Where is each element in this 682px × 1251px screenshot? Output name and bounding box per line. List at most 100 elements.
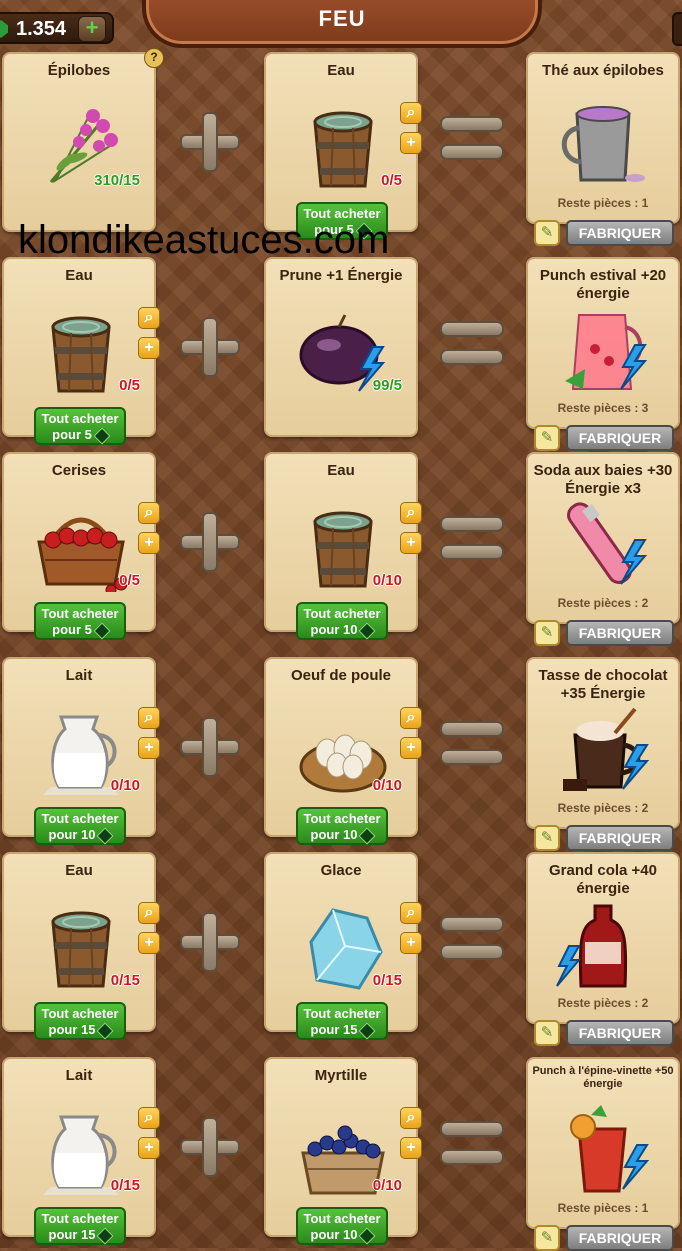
result-card[interactable]: Punch à l'épine-vinette +50 énergie Reste… <box>526 1057 680 1251</box>
magnifier-icon[interactable]: ⌕ <box>400 1107 422 1129</box>
cherry-basket-icon <box>31 502 131 596</box>
buy-all-button[interactable]: Tout acheter pour 15 <box>34 1002 126 1040</box>
add-icon[interactable]: + <box>400 1137 422 1159</box>
recipe-row: Lait 0/10 Tout acheter pour 10 ⌕ + Oeuf de pou… <box>0 657 682 851</box>
result-name: Tasse de chocolat +35 Énergie <box>538 667 668 702</box>
emerald-icon <box>96 1227 114 1245</box>
equals-icon <box>440 721 504 765</box>
cola-bottle-icon <box>555 900 655 990</box>
buy-all-amount: pour 10 <box>48 827 96 842</box>
ingredient-card[interactable]: Oeuf de poule 0/10 Tout acheter pour 10 ⌕ + <box>264 657 422 845</box>
quill-icon[interactable]: ✎ <box>534 425 560 451</box>
ingredient-card[interactable]: Eau 0/10 Tout acheter pour 10 ⌕ + <box>264 452 422 640</box>
remaining-count: Reste pièces : 2 <box>557 996 649 1010</box>
add-coins-button[interactable]: + <box>78 16 106 42</box>
plus-icon <box>180 317 240 377</box>
result-card[interactable]: Tasse de chocolat +35 Énergie Reste pièce… <box>526 657 680 851</box>
magnifier-icon[interactable]: ⌕ <box>138 902 160 924</box>
ingredient-card[interactable]: Lait 0/10 Tout acheter pour 10 ⌕ + <box>2 657 160 845</box>
add-icon[interactable]: + <box>138 737 160 759</box>
magnifier-icon[interactable]: ⌕ <box>400 707 422 729</box>
add-icon[interactable]: + <box>400 132 422 154</box>
magnifier-icon[interactable]: ⌕ <box>138 1107 160 1129</box>
plus-icon <box>180 912 240 972</box>
buy-all-button[interactable]: Tout acheter pour 15 <box>296 1002 388 1040</box>
ingredient-card[interactable]: Eau 0/5 Tout acheter pour 5 ⌕ + <box>2 257 160 445</box>
buy-all-label: Tout acheter <box>41 811 119 826</box>
result-card[interactable]: Thé aux épilobes Reste pièces : 1 ✎ FABRIQU… <box>526 52 680 246</box>
ingredient-card[interactable]: Cerises 0/5 Tout acheter pour 5 ⌕ + <box>2 452 160 640</box>
result-name: Thé aux épilobes <box>542 62 664 79</box>
buy-all-button[interactable]: Tout acheter pour 15 <box>34 1207 126 1245</box>
ingredient-card[interactable]: Lait 0/15 Tout acheter pour 15 ⌕ + <box>2 1057 160 1245</box>
ingredient-name: Cerises <box>51 462 107 479</box>
result-card[interactable]: Soda aux baies +30 Énergie x3 Reste pièce… <box>526 452 680 646</box>
ingredient-card[interactable]: Myrtille 0/10 Tout acheter pour 10 ⌕ + <box>264 1057 422 1245</box>
add-icon[interactable]: + <box>138 532 160 554</box>
summer-punch-icon <box>555 305 655 395</box>
add-icon[interactable]: + <box>400 532 422 554</box>
quill-icon[interactable]: ✎ <box>534 825 560 851</box>
buy-all-label: Tout acheter <box>303 606 381 621</box>
water-bucket-icon <box>31 307 131 397</box>
hot-chocolate-icon <box>555 705 655 795</box>
magnifier-icon[interactable]: ⌕ <box>138 307 160 329</box>
magnifier-icon[interactable]: ⌕ <box>138 502 160 524</box>
help-icon[interactable]: ? <box>144 48 164 68</box>
add-icon[interactable]: + <box>138 337 160 359</box>
ingredient-count: 0/15 <box>110 972 140 989</box>
ingredient-count: 0/5 <box>119 377 140 394</box>
add-icon[interactable]: + <box>138 1137 160 1159</box>
craft-button[interactable]: FABRIQUER <box>566 825 674 851</box>
ingredient-card[interactable]: Glace 0/15 Tout acheter pour 15 ⌕ + <box>264 852 422 1040</box>
result-card[interactable]: Punch estival +20 énergie Reste pièces : … <box>526 257 680 451</box>
add-icon[interactable]: + <box>138 932 160 954</box>
result-name: Punch estival +20 énergie <box>539 267 667 302</box>
craft-button[interactable]: FABRIQUER <box>566 220 674 246</box>
title-banner: FEU <box>142 0 542 48</box>
ingredient-card[interactable]: Prune +1 Énergie 99/5 <box>264 257 418 437</box>
buy-all-button[interactable]: Tout acheter pour 10 <box>296 807 388 845</box>
quill-icon[interactable]: ✎ <box>534 220 560 246</box>
ingredient-name: Myrtille <box>314 1067 368 1084</box>
ingredient-name: Eau <box>65 267 93 284</box>
buy-all-button[interactable]: Tout acheter pour 10 <box>296 1207 388 1245</box>
ingredient-name: Glace <box>320 862 362 879</box>
craft-button[interactable]: FABRIQUER <box>566 1225 674 1251</box>
buy-all-cost: pour 5 <box>36 622 124 640</box>
quill-icon[interactable]: ✎ <box>534 1225 560 1251</box>
magnifier-icon[interactable]: ⌕ <box>400 502 422 524</box>
ingredient-count: 0/15 <box>110 1177 140 1194</box>
emerald-icon <box>358 622 376 640</box>
buy-all-button[interactable]: Tout acheter pour 5 <box>34 407 126 445</box>
ingredient-card[interactable]: Épilobes 310/15? <box>2 48 164 232</box>
craft-button[interactable]: FABRIQUER <box>566 1020 674 1046</box>
ingredient-count: 310/15 <box>94 172 140 189</box>
buy-all-label: Tout acheter <box>303 811 381 826</box>
equals-icon <box>440 1121 504 1165</box>
add-icon[interactable]: + <box>400 932 422 954</box>
craft-button[interactable]: FABRIQUER <box>566 620 674 646</box>
add-icon[interactable]: + <box>400 737 422 759</box>
berry-soda-icon <box>555 500 655 590</box>
magnifier-icon[interactable]: ⌕ <box>400 902 422 924</box>
recipe-row: Cerises 0/5 Tout acheter pour 5 ⌕ + Eau 0/10 Tou… <box>0 452 682 646</box>
emerald-icon <box>358 827 376 845</box>
buy-all-label: Tout acheter <box>41 1006 119 1021</box>
buy-all-button[interactable]: Tout acheter pour 10 <box>296 602 388 640</box>
tea-mug-icon <box>555 100 655 190</box>
equals-icon <box>440 516 504 560</box>
ingredient-card[interactable]: Eau 0/15 Tout acheter pour 15 ⌕ + <box>2 852 160 1040</box>
buy-all-button[interactable]: Tout acheter pour 10 <box>34 807 126 845</box>
quill-icon[interactable]: ✎ <box>534 1020 560 1046</box>
ingredient-card[interactable]: Eau 0/5 Tout acheter pour 5 ⌕ + <box>264 52 422 240</box>
close-button[interactable] <box>672 12 682 46</box>
remaining-count: Reste pièces : 2 <box>557 801 649 815</box>
quill-icon[interactable]: ✎ <box>534 620 560 646</box>
craft-button[interactable]: FABRIQUER <box>566 425 674 451</box>
magnifier-icon[interactable]: ⌕ <box>400 102 422 124</box>
result-card[interactable]: Grand cola +40 énergie Reste pièces : 2 ✎ F… <box>526 852 680 1046</box>
plus-icon <box>180 1117 240 1177</box>
buy-all-button[interactable]: Tout acheter pour 5 <box>34 602 126 640</box>
magnifier-icon[interactable]: ⌕ <box>138 707 160 729</box>
